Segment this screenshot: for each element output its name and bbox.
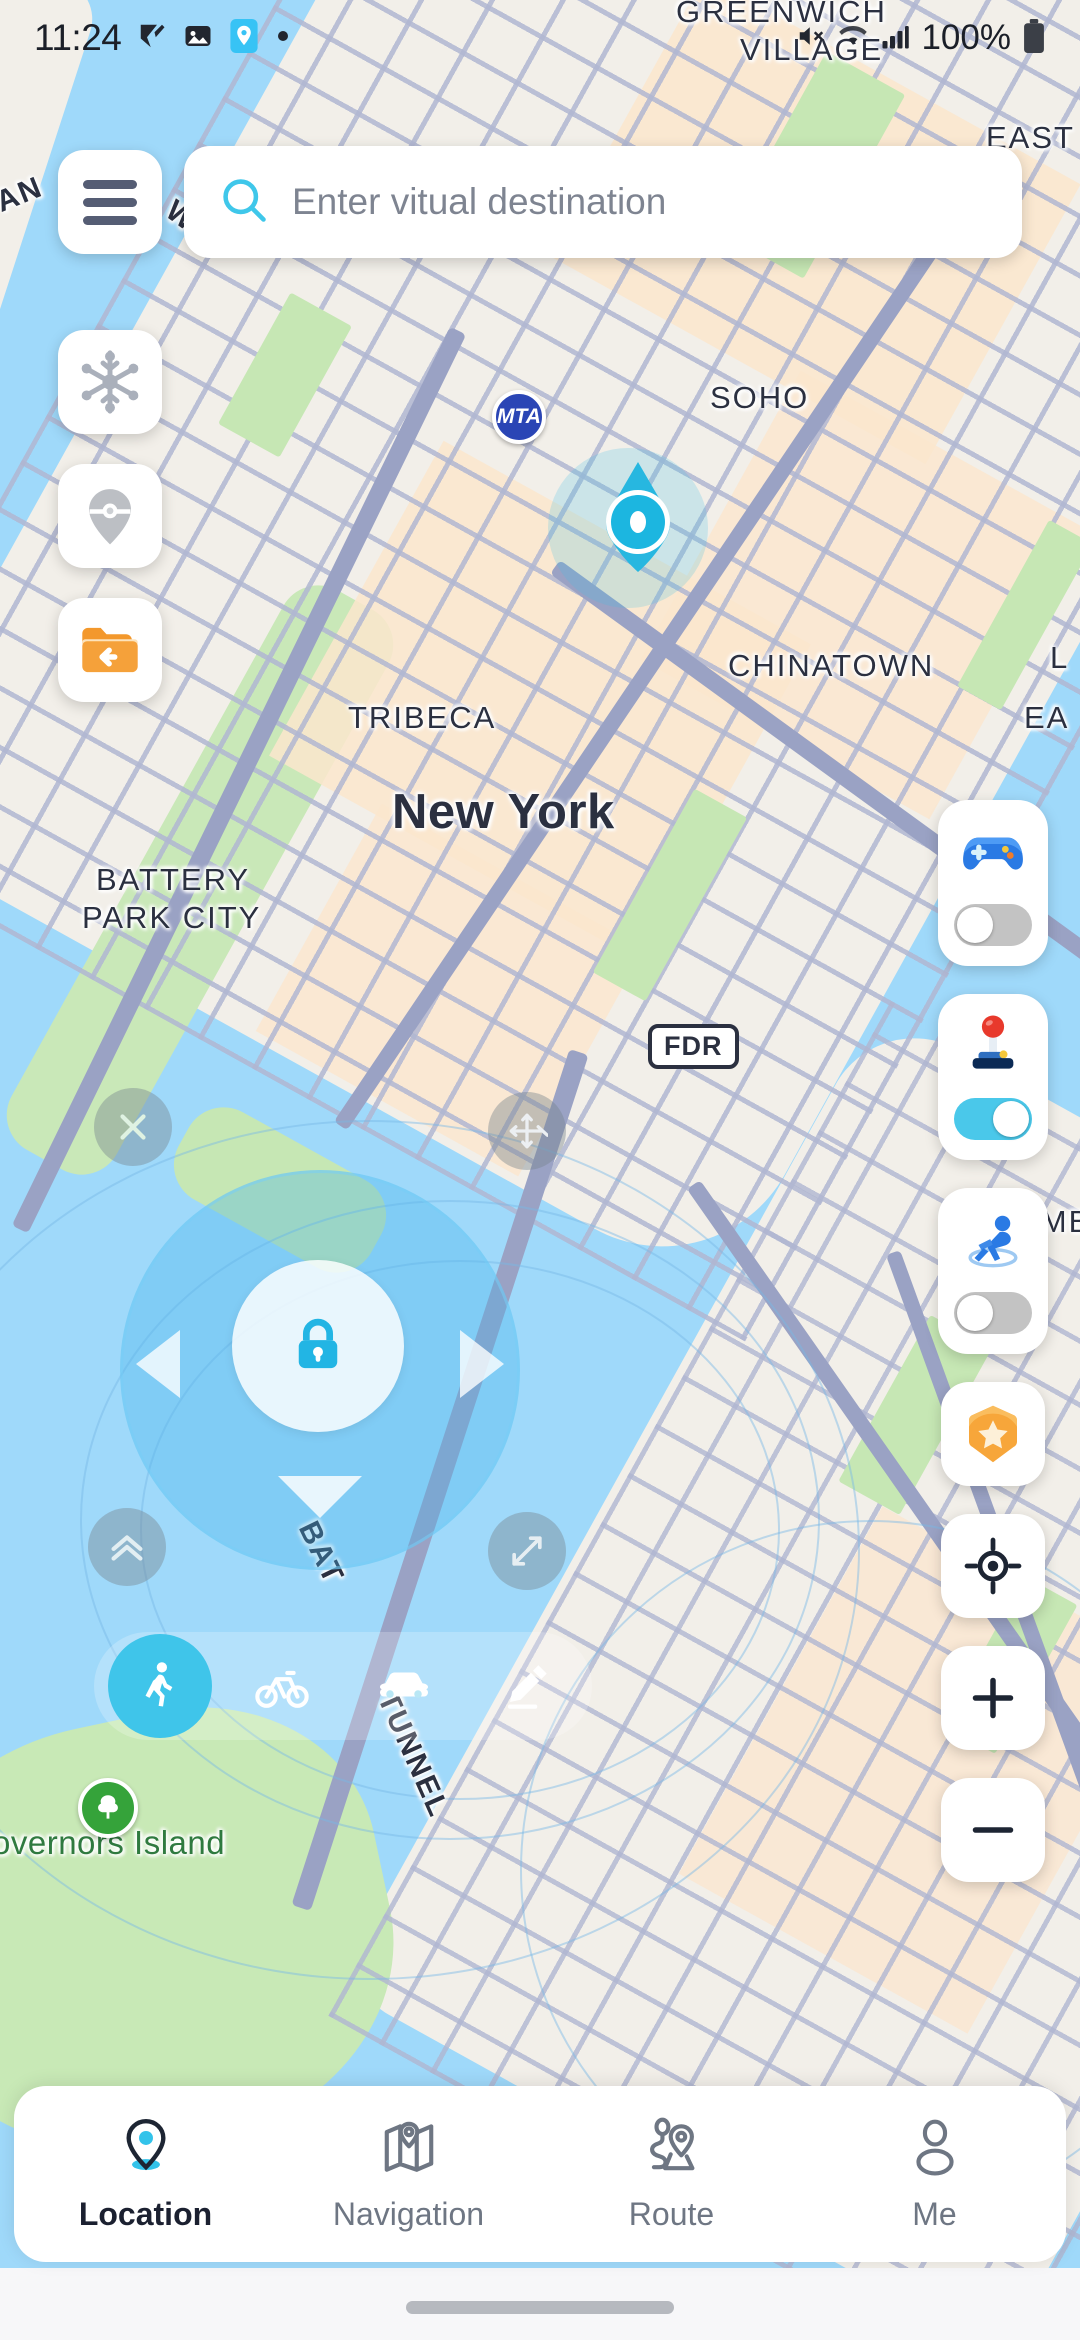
- wifi-icon: [837, 21, 869, 56]
- zoom-out-button[interactable]: [941, 1778, 1045, 1882]
- travel-mode-selector: [94, 1632, 592, 1740]
- map-label: CHINATOWN: [728, 648, 935, 683]
- joystick-control[interactable]: [120, 1170, 520, 1570]
- map-label: PARK CITY: [82, 900, 262, 935]
- tree-icon[interactable]: [78, 1778, 138, 1838]
- jump-card[interactable]: [938, 1188, 1048, 1354]
- user-location-pin[interactable]: [548, 448, 708, 608]
- gamepad-toggle[interactable]: [954, 904, 1032, 946]
- mute-icon: [796, 21, 826, 56]
- system-gesture-bar[interactable]: [406, 2301, 674, 2314]
- status-bar-left: 11:24: [34, 17, 291, 59]
- joystick-lock-button[interactable]: [232, 1260, 404, 1432]
- zoom-in-button[interactable]: [941, 1646, 1045, 1750]
- signal-icon: [880, 21, 910, 56]
- arrow-left-icon[interactable]: [136, 1330, 180, 1398]
- right-control-column: [938, 800, 1048, 1882]
- running-man-icon: [956, 1204, 1030, 1278]
- map-label: New York: [392, 785, 615, 839]
- travel-mode-walk[interactable]: [108, 1634, 212, 1738]
- map-label: L: [1050, 640, 1070, 675]
- route-icon: [641, 2115, 703, 2182]
- search-input[interactable]: Enter vitual destination: [184, 146, 1022, 258]
- nav-label: Me: [912, 2196, 957, 2232]
- arrow-down-icon[interactable]: [278, 1476, 362, 1518]
- bottom-navigation-bar: Location Navigation Route Me: [14, 2086, 1066, 2262]
- nav-label: Route: [628, 2196, 715, 2232]
- joystick-speed-button[interactable]: [88, 1508, 166, 1586]
- status-bar-right: 100%: [796, 18, 1046, 58]
- toggle-knob: [957, 907, 993, 943]
- checkbox-marked-icon: [137, 21, 167, 56]
- nav-tab-location[interactable]: Location: [14, 2115, 277, 2233]
- dot-icon: [275, 28, 291, 49]
- locate-button[interactable]: [941, 1514, 1045, 1618]
- joystick-close-button[interactable]: [94, 1088, 172, 1166]
- freeze-button[interactable]: [58, 330, 162, 434]
- gamepad-icon: [956, 816, 1030, 890]
- location-pin-icon: [229, 18, 259, 58]
- status-time: 11:24: [34, 17, 122, 58]
- joystick-icon: [956, 1010, 1030, 1084]
- location-pin-icon: [115, 2115, 177, 2182]
- joystick-toggle[interactable]: [954, 1098, 1032, 1140]
- joystick-resize-button[interactable]: [488, 1512, 566, 1590]
- nav-tab-route[interactable]: Route: [540, 2115, 803, 2233]
- transit-marker-mta[interactable]: MTA: [492, 390, 546, 444]
- search-icon: [218, 174, 270, 231]
- import-route-button[interactable]: [58, 598, 162, 702]
- travel-mode-bike[interactable]: [230, 1634, 334, 1738]
- highway-shield-fdr: FDR: [648, 1024, 739, 1069]
- map-label: TRIBECA: [348, 700, 497, 735]
- toggle-knob: [993, 1101, 1029, 1137]
- nav-tab-navigation[interactable]: Navigation: [277, 2115, 540, 2233]
- nav-tab-me[interactable]: Me: [803, 2115, 1066, 2233]
- favorites-button[interactable]: [941, 1382, 1045, 1486]
- map-label: BATTERY: [96, 862, 251, 897]
- map-fold-icon: [378, 2115, 440, 2182]
- nav-label: Navigation: [332, 2196, 485, 2232]
- joystick-move-button[interactable]: [488, 1092, 566, 1170]
- image-icon: [183, 21, 213, 56]
- fake-location-button[interactable]: [58, 464, 162, 568]
- battery-percent: 100%: [921, 18, 1011, 57]
- phone-screen: GREENWICH VILLAGE EAST SOHO CHINATOWN L EA TRIB…: [0, 0, 1080, 2340]
- gamepad-card[interactable]: [938, 800, 1048, 966]
- search-placeholder: Enter vitual destination: [292, 181, 667, 222]
- menu-line: [83, 215, 137, 225]
- jump-toggle[interactable]: [954, 1292, 1032, 1334]
- map-label: EA: [1024, 700, 1070, 735]
- hamburger-menu-icon[interactable]: [58, 150, 162, 254]
- person-icon: [904, 2115, 966, 2182]
- joystick-card[interactable]: [938, 994, 1048, 1160]
- travel-mode-custom[interactable]: [474, 1634, 578, 1738]
- top-bar: Enter vitual destination: [0, 146, 1080, 258]
- arrow-right-icon[interactable]: [460, 1330, 504, 1398]
- nav-label: Location: [78, 2196, 213, 2232]
- toggle-knob: [957, 1295, 993, 1331]
- map-label: SOHO: [710, 380, 810, 415]
- menu-line: [83, 197, 137, 207]
- left-tool-column: [58, 330, 162, 702]
- travel-mode-car[interactable]: [352, 1634, 456, 1738]
- battery-icon: [1022, 18, 1046, 58]
- menu-line: [83, 179, 137, 189]
- status-bar: 11:24 100%: [0, 0, 1080, 76]
